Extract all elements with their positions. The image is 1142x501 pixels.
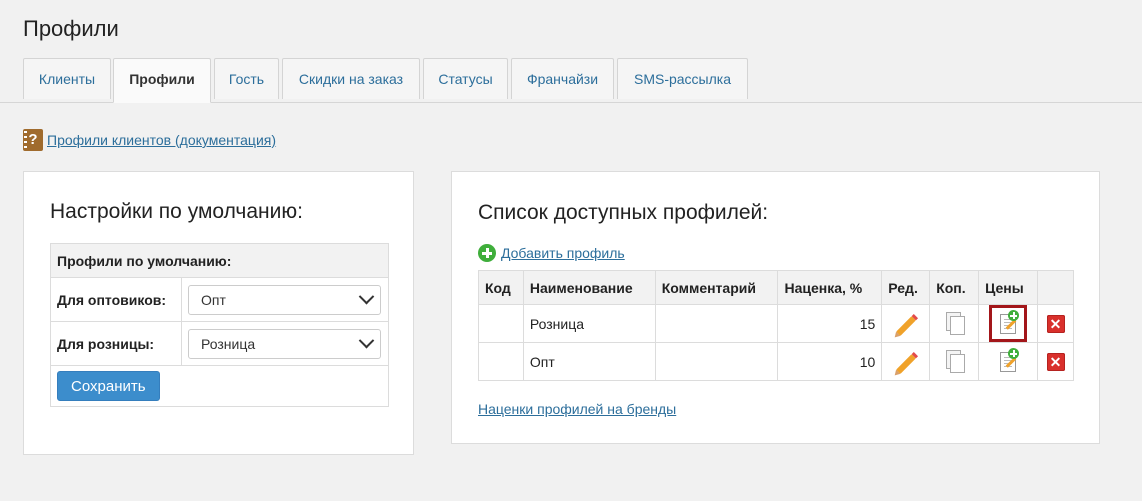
row-comment [654,342,779,381]
tab-statuses[interactable]: Статусы [423,58,508,99]
tab-franchisees[interactable]: Франчайзи [511,58,614,99]
defaults-row-wholesale: Для оптовиков: Опт [50,277,389,322]
prices-edit-icon[interactable] [997,348,1020,372]
tab-order-discounts[interactable]: Скидки на заказ [282,58,420,99]
defaults-heading: Настройки по умолчанию: [50,200,303,223]
tab-guest[interactable]: Гость [214,58,279,99]
retail-select[interactable]: Розница [188,328,381,359]
chevron-down-icon [358,332,375,349]
defaults-table-header: Профили по умолчанию: [50,243,389,278]
table-row: Розница 15 ✕ [478,304,1074,343]
col-copy: Коп. [929,270,980,305]
add-profile-row: Добавить профиль [478,244,625,262]
wholesale-label: Для оптовиков: [50,277,182,322]
delete-icon[interactable]: ✕ [1046,352,1065,371]
profiles-panel: Список доступных профилей: Добавить проф… [451,171,1100,444]
profiles-heading: Список доступных профилей: [478,201,769,224]
doc-link-row: ? Профили клиентов (документация) [23,128,276,152]
row-markup: 10 [777,342,883,381]
col-prices: Цены [978,270,1038,305]
row-name: Розница [522,304,656,343]
edit-pencil-icon[interactable] [895,353,916,374]
row-code [478,342,524,381]
profiles-table-header: Код Наименование Комментарий Наценка, % … [478,270,1074,305]
help-book-icon: ? [23,129,43,151]
row-name: Опт [522,342,656,381]
wholesale-select-value: Опт [201,291,226,308]
col-delete [1037,270,1074,305]
tab-clients[interactable]: Клиенты [23,58,111,99]
row-code [478,304,524,343]
add-profile-link[interactable]: Добавить профиль [501,245,625,261]
defaults-panel: Настройки по умолчанию: Профили по умолч… [23,171,414,455]
tab-sms[interactable]: SMS-рассылка [617,58,748,99]
col-markup: Наценка, % [777,270,883,305]
col-edit: Ред. [881,270,931,305]
defaults-table: Профили по умолчанию: Для оптовиков: Опт… [50,243,389,407]
col-comment: Комментарий [654,270,779,305]
add-plus-icon[interactable] [478,244,496,262]
retail-label: Для розницы: [50,321,182,366]
save-button[interactable]: Сохранить [57,371,160,401]
copy-icon[interactable] [944,310,966,335]
tabs-bar: Клиенты Профили Гость Скидки на заказ Ст… [0,58,1142,103]
table-row: Опт 10 ✕ [478,342,1074,381]
retail-select-value: Розница [201,335,256,352]
prices-edit-icon[interactable] [997,310,1020,334]
delete-icon[interactable]: ✕ [1046,314,1065,333]
tab-profiles[interactable]: Профили [113,58,211,103]
chevron-down-icon [358,288,375,305]
col-name: Наименование [522,270,656,305]
brand-markups-link[interactable]: Наценки профилей на бренды [478,401,676,417]
wholesale-select[interactable]: Опт [188,284,381,315]
page-title: Профили [23,16,119,41]
copy-icon[interactable] [944,348,966,373]
defaults-row-retail: Для розницы: Розница [50,321,389,366]
edit-pencil-icon[interactable] [895,315,916,336]
documentation-link[interactable]: Профили клиентов (документация) [47,132,276,148]
profiles-table: Код Наименование Комментарий Наценка, % … [478,270,1074,381]
row-comment [654,304,779,343]
col-code: Код [478,270,524,305]
row-markup: 15 [777,304,883,343]
highlight-box [989,305,1028,342]
